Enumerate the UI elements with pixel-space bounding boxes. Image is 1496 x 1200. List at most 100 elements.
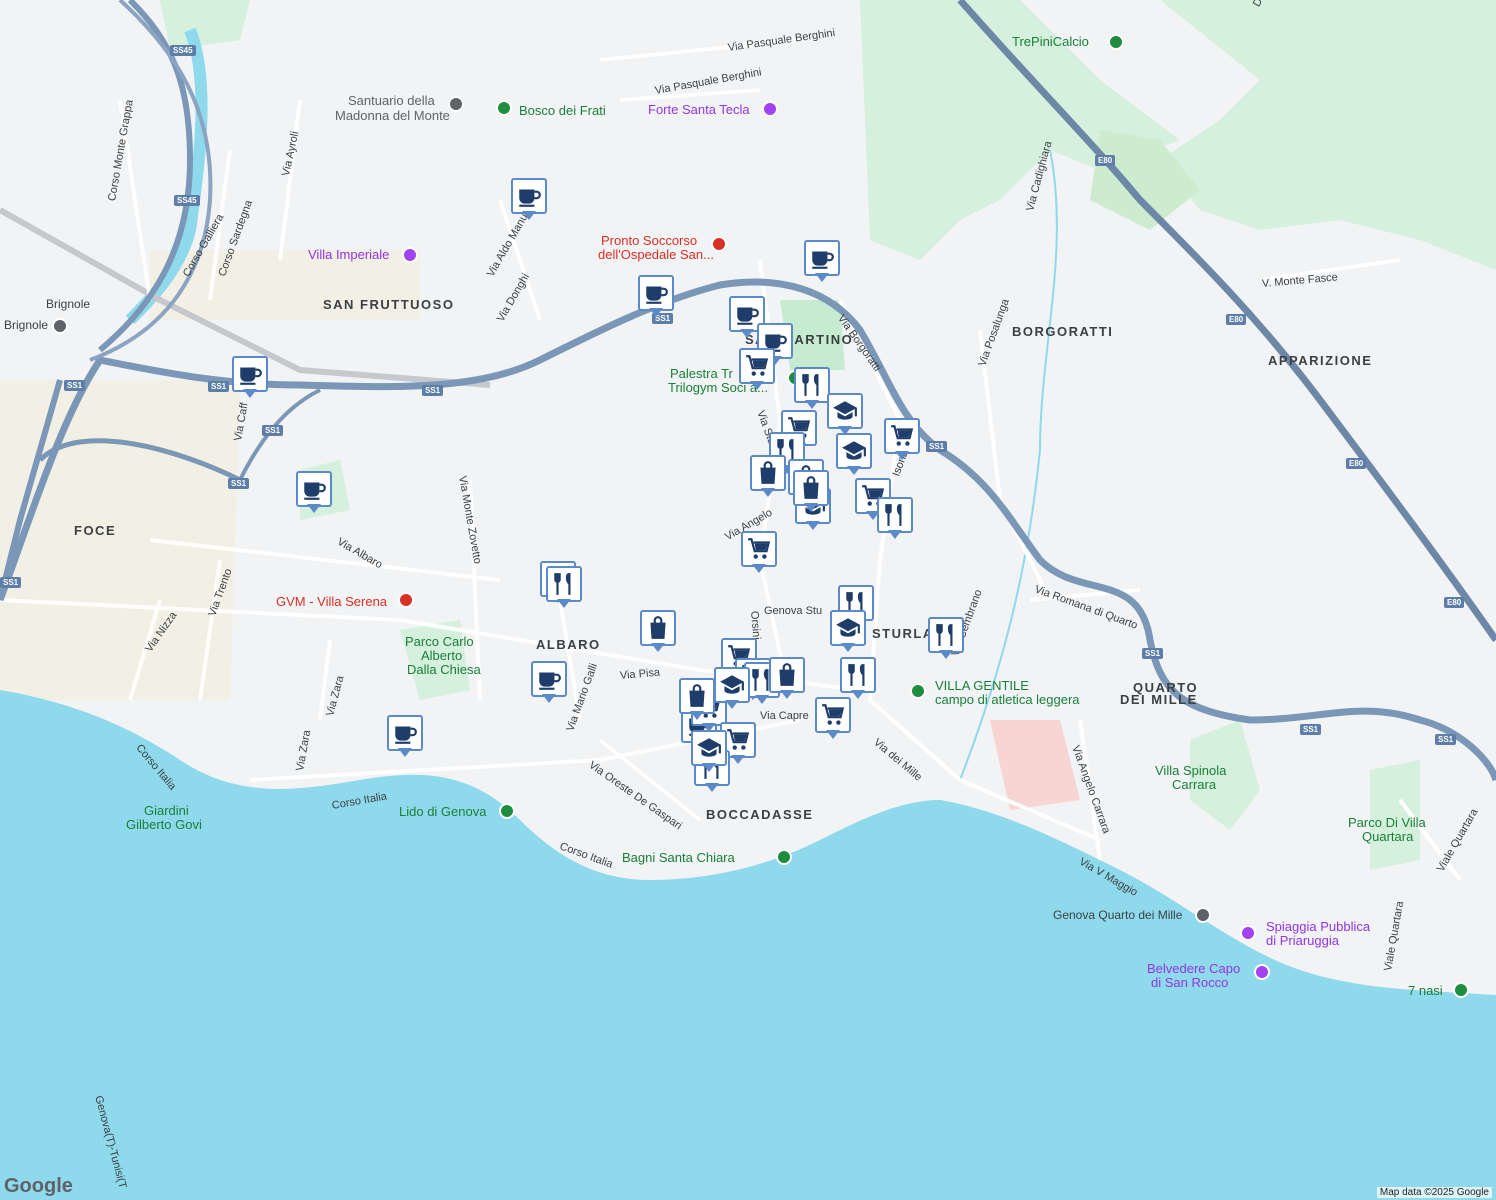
cafe-marker[interactable] (232, 356, 268, 400)
cafe-marker[interactable] (511, 178, 547, 222)
marker-pointer (398, 748, 412, 757)
poi-pin-icon[interactable] (398, 592, 414, 608)
restaurant-marker[interactable] (928, 617, 964, 661)
cafe-icon (387, 715, 423, 751)
poi-pin-icon[interactable] (496, 100, 512, 116)
cafe-marker[interactable] (296, 471, 332, 515)
school-marker[interactable] (830, 610, 866, 654)
school-icon (830, 610, 866, 646)
shopping-bag-marker[interactable] (750, 455, 786, 499)
marker-pointer (750, 381, 764, 390)
poi-pin-icon[interactable] (762, 101, 778, 117)
cafe-icon (511, 178, 547, 214)
cafe-marker[interactable] (804, 240, 840, 284)
road-shield: SS1 (64, 380, 86, 391)
urban-area (0, 380, 240, 700)
shopping-bag-marker[interactable] (679, 678, 715, 722)
poi-pin-icon[interactable] (402, 247, 418, 263)
shopping-bag-icon (793, 470, 829, 506)
road-shield: SS45 (174, 195, 200, 206)
shopping-bag-marker[interactable] (793, 470, 829, 514)
restaurant-marker[interactable] (840, 657, 876, 701)
shopping-cart-marker[interactable] (739, 348, 775, 392)
shopping-bag-marker[interactable] (769, 657, 805, 701)
cafe-icon (638, 275, 674, 311)
marker-pointer (542, 694, 556, 703)
road-shield: E80 (1095, 155, 1116, 166)
poi-pin-icon[interactable] (1108, 34, 1124, 50)
poi-pin-icon[interactable] (1254, 964, 1270, 980)
poi-pin-icon[interactable] (52, 318, 68, 334)
marker-pointer (805, 400, 819, 409)
marker-pointer (847, 466, 861, 475)
poi-pin-icon[interactable] (448, 96, 464, 112)
marker-pointer (806, 521, 820, 530)
cafe-marker[interactable] (387, 715, 423, 759)
marker-pointer (725, 700, 739, 709)
marker-pointer (651, 643, 665, 652)
poi-pin-icon[interactable] (1453, 982, 1469, 998)
restaurant-marker[interactable] (546, 566, 582, 610)
basemap (0, 0, 1496, 1200)
school-marker[interactable] (714, 667, 750, 711)
marker-pointer (731, 755, 745, 764)
shopping-cart-marker[interactable] (815, 697, 851, 741)
restaurant-marker[interactable] (794, 367, 830, 411)
restaurant-icon (840, 657, 876, 693)
map-canvas[interactable] (0, 0, 1496, 1200)
school-icon (827, 393, 863, 429)
road-shield: E80 (1226, 314, 1247, 325)
poi-pin-icon[interactable] (499, 803, 515, 819)
shopping-cart-marker[interactable] (884, 418, 920, 462)
road-shield: SS1 (1142, 648, 1164, 659)
cafe-icon (804, 240, 840, 276)
cafe-icon (232, 356, 268, 392)
road-shield: SS1 (208, 381, 230, 392)
marker-pointer (557, 599, 571, 608)
poi-pin-icon[interactable] (1195, 907, 1211, 923)
marker-pointer (804, 503, 818, 512)
marker-pointer (740, 329, 754, 338)
marker-pointer (895, 451, 909, 460)
school-marker[interactable] (836, 433, 872, 477)
restaurant-icon (794, 367, 830, 403)
marker-pointer (841, 643, 855, 652)
poi-pin-icon[interactable] (711, 236, 727, 252)
marker-pointer (888, 530, 902, 539)
poi-pin-icon[interactable] (1240, 925, 1256, 941)
shopping-cart-icon (815, 697, 851, 733)
school-icon (691, 730, 727, 766)
school-marker[interactable] (691, 730, 727, 774)
poi-pin-icon[interactable] (910, 683, 926, 699)
marker-pointer (755, 695, 769, 704)
cafe-icon (531, 661, 567, 697)
marker-pointer (243, 389, 257, 398)
marker-pointer (939, 650, 953, 659)
restaurant-icon (877, 497, 913, 533)
marker-pointer (761, 488, 775, 497)
cafe-icon (296, 471, 332, 507)
school-icon (836, 433, 872, 469)
map-credit[interactable]: Map data ©2025 Google (1376, 1187, 1492, 1198)
marker-pointer (705, 783, 719, 792)
shopping-bag-icon (679, 678, 715, 714)
road-shield: SS45 (170, 45, 196, 56)
shopping-bag-icon (640, 610, 676, 646)
school-marker[interactable] (827, 393, 863, 437)
urban-area (150, 250, 420, 320)
road-shield: SS1 (422, 385, 444, 396)
shopping-bag-marker[interactable] (640, 610, 676, 654)
shopping-cart-marker[interactable] (741, 531, 777, 575)
cafe-marker[interactable] (638, 275, 674, 319)
marker-pointer (307, 504, 321, 513)
marker-pointer (851, 690, 865, 699)
restaurant-marker[interactable] (877, 497, 913, 541)
marker-pointer (690, 711, 704, 720)
marker-pointer (522, 211, 536, 220)
road-shield: SS1 (1435, 734, 1457, 745)
restaurant-icon (546, 566, 582, 602)
marker-pointer (780, 690, 794, 699)
cafe-marker[interactable] (531, 661, 567, 705)
road-shield: SS1 (0, 577, 22, 588)
poi-pin-icon[interactable] (776, 849, 792, 865)
